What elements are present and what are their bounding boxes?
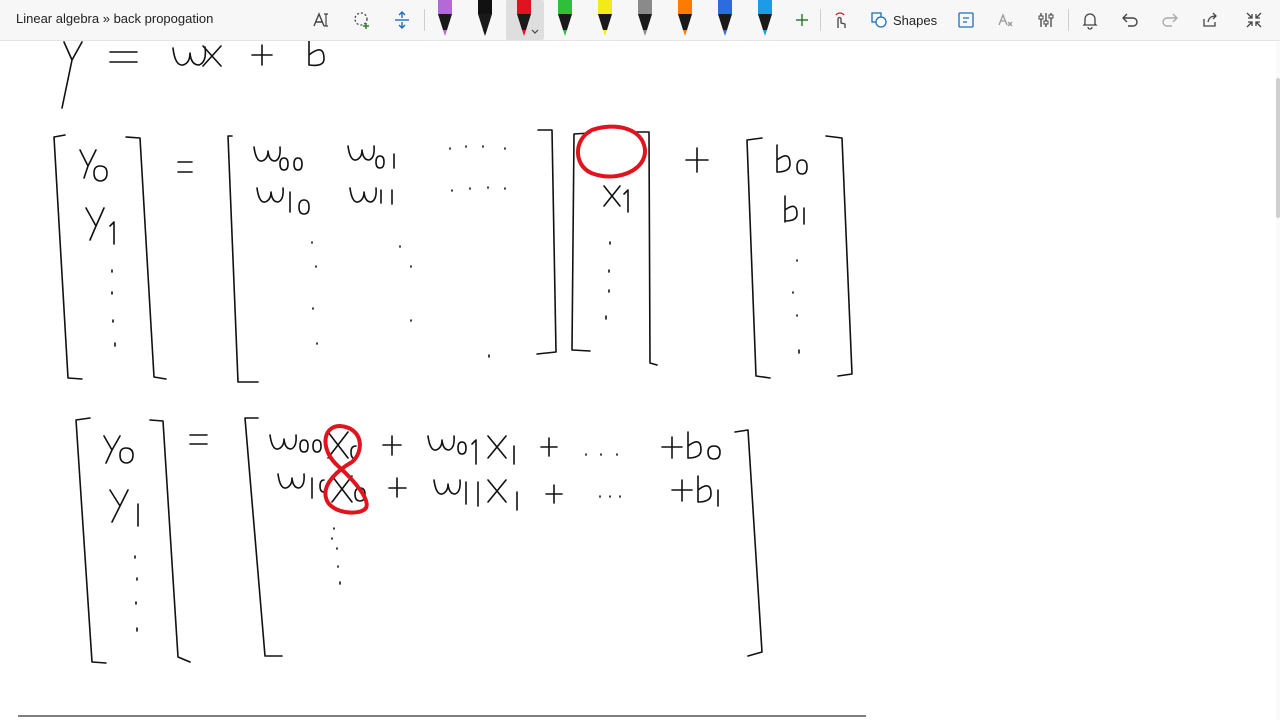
collapse-fullscreen-icon[interactable] <box>1242 6 1266 34</box>
shapes-button[interactable]: Shapes <box>870 8 937 32</box>
highlight-circle-x0 <box>576 124 648 179</box>
shapes-label: Shapes <box>893 12 938 28</box>
breadcrumb[interactable]: Linear algebra » back propogation <box>16 11 213 26</box>
scrollbar-thumb[interactable] <box>1276 78 1280 218</box>
red-pen-icon[interactable] <box>506 0 544 40</box>
ink-matrix-equation-1 <box>53 129 853 383</box>
rainbow-pen-icon[interactable] <box>674 0 696 40</box>
ink-to-text-icon[interactable] <box>310 6 334 34</box>
green-pen-icon[interactable] <box>554 0 576 40</box>
lasso-select-icon[interactable] <box>350 6 374 34</box>
ink-equation-linear <box>61 37 325 109</box>
yellow-highlighter-icon[interactable] <box>594 0 616 40</box>
black-pen-1-icon[interactable] <box>474 0 496 40</box>
toolbar-separator <box>1068 9 1069 31</box>
drawing-canvas[interactable] <box>0 37 1280 720</box>
toolbar-separator <box>424 9 425 31</box>
handwritten-ink-layer <box>18 37 866 717</box>
purple-highlighter-icon[interactable] <box>434 0 456 40</box>
shapes-icon <box>871 12 887 28</box>
undo-icon[interactable] <box>1118 6 1142 34</box>
share-icon[interactable] <box>1198 6 1222 34</box>
toolbar-separator <box>820 9 821 31</box>
touch-writing-icon[interactable] <box>828 6 852 34</box>
gray-pen-icon[interactable] <box>634 0 656 40</box>
notification-bell-icon[interactable] <box>1078 6 1102 34</box>
add-pen-icon[interactable] <box>792 6 812 34</box>
galaxy-pen-icon[interactable] <box>714 0 736 40</box>
add-space-icon[interactable] <box>390 6 414 34</box>
ink-toolbar: Linear algebra » back propogation Shapes <box>0 0 1280 41</box>
ink-matrix-equation-2 <box>75 417 763 664</box>
ink-to-shape-icon[interactable] <box>954 6 978 34</box>
ink-to-math-icon[interactable] <box>994 6 1018 34</box>
highlight-loop-x0-column <box>323 423 369 515</box>
blue-pen-icon[interactable] <box>754 0 776 40</box>
red-annotation-circles <box>323 124 648 515</box>
ink-settings-icon[interactable] <box>1034 6 1058 34</box>
redo-icon[interactable] <box>1158 6 1182 34</box>
